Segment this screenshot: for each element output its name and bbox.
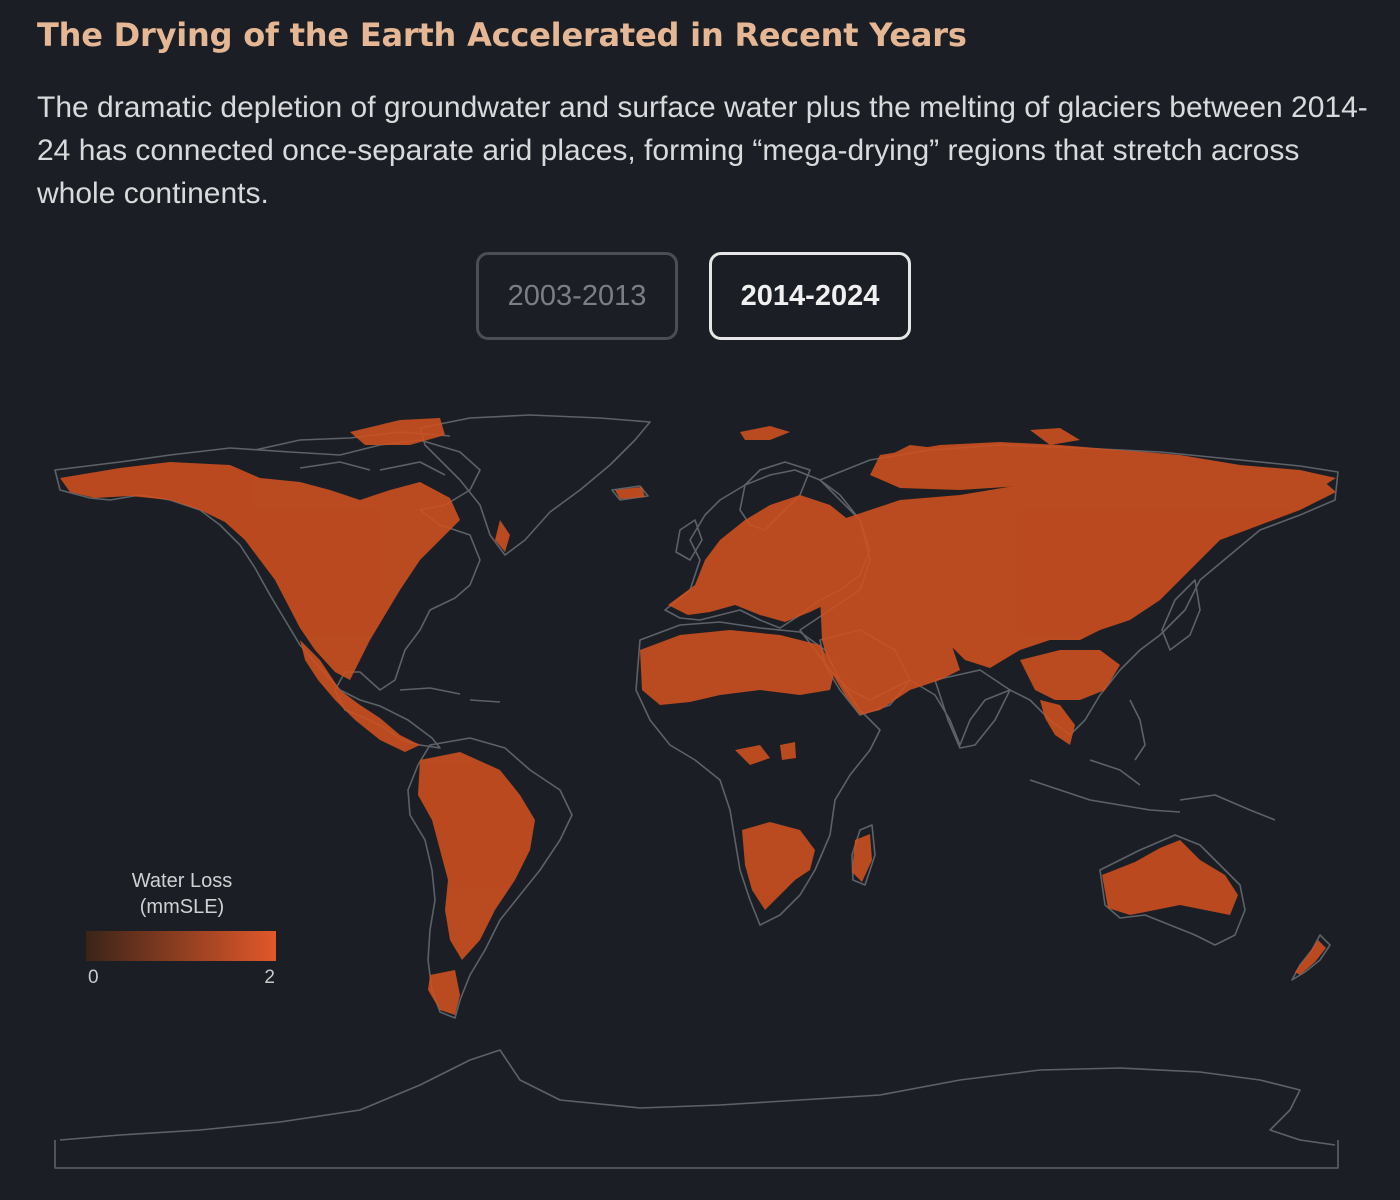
antarctica-outline: [59, 1049, 1336, 1146]
indonesia-outline: [1029, 759, 1276, 821]
drying-region-southern-africa: [742, 822, 815, 910]
drying-region-east-asia: [1020, 650, 1120, 700]
drying-region-southeast-asia: [1040, 700, 1075, 745]
drying-region-central-africa: [735, 742, 796, 765]
legend-color-bar: [86, 931, 276, 961]
legend-min-label: 0: [88, 967, 99, 988]
drying-region-patagonia: [428, 970, 460, 1015]
drying-region-north-america: [60, 462, 460, 680]
drying-region-australia: [1102, 840, 1238, 915]
legend-title-line1: Water Loss: [131, 870, 233, 892]
india-outline: [934, 669, 1011, 749]
caribbean-outline: [399, 687, 501, 703]
legend: Water Loss (mmSLE) 0 2: [86, 868, 278, 989]
map-frame: [54, 1140, 1339, 1169]
drying-region-north-africa: [640, 630, 835, 705]
world-map: [54, 414, 1339, 1169]
page-title: The Drying of the Earth Accelerated in R…: [37, 16, 967, 54]
drying-region-canadian-arctic: [350, 418, 445, 445]
page-subtitle: The dramatic depletion of groundwater an…: [37, 91, 1368, 210]
drying-region-svalbard: [740, 426, 790, 440]
legend-title-line2: (mmSLE): [139, 896, 225, 918]
legend-ticks: 0 2: [86, 967, 278, 989]
legend-max-label: 2: [264, 967, 275, 988]
toggle-2014-2024[interactable]: 2014-2024: [709, 252, 911, 340]
period-toggle-group: 2003-2013 2014-2024: [476, 252, 911, 340]
drying-region-greenland-coast: [495, 520, 510, 552]
toggle-2003-2013[interactable]: 2003-2013: [476, 252, 678, 340]
drying-region-south-america: [418, 752, 535, 960]
legend-title: Water Loss (mmSLE): [86, 868, 278, 920]
philippines-outline: [1129, 699, 1146, 761]
greenland-outline: [419, 414, 651, 556]
